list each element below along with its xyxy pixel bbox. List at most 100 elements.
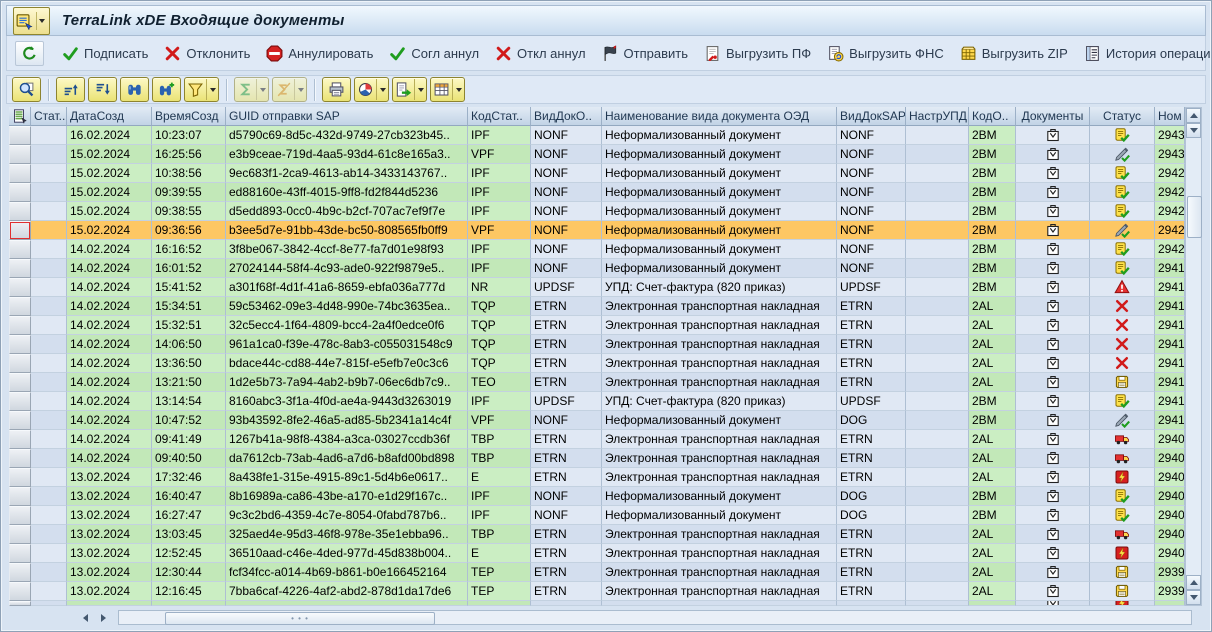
cell-number[interactable]: 2940 [1155, 468, 1185, 487]
cell-time[interactable]: 17:32:46 [152, 468, 226, 487]
export-fns-button[interactable]: Выгрузить ФНС [819, 42, 952, 65]
layout-button-dropdown[interactable] [452, 79, 464, 100]
cell-code_status[interactable]: TEO [468, 373, 531, 392]
cell-guid[interactable]: da7612cb-73ab-4ad6-a7d6-b8afd00bd898 [226, 449, 468, 468]
cell-status_text[interactable] [31, 601, 67, 606]
cell-number[interactable]: 2941 [1155, 316, 1185, 335]
column-header[interactable]: Статус [1090, 107, 1155, 126]
services-menu-caret[interactable] [36, 12, 47, 30]
status-cell[interactable] [1090, 278, 1155, 297]
cell-doc_kind[interactable]: NONF [531, 183, 602, 202]
cell-time[interactable]: 10:38:56 [152, 164, 226, 183]
cell-time[interactable]: 14:06:50 [152, 335, 226, 354]
cell-doc_kind[interactable]: NONF [531, 145, 602, 164]
print-button[interactable] [322, 77, 351, 102]
documents-cell[interactable] [1016, 164, 1090, 183]
cell-code_status[interactable]: IPF [468, 259, 531, 278]
cell-kind_sap[interactable]: NONF [837, 240, 906, 259]
cell-time[interactable]: 15:32:51 [152, 316, 226, 335]
cell-status_text[interactable] [31, 468, 67, 487]
cell-nastr_upd[interactable] [906, 202, 969, 221]
cell-guid[interactable]: e3b9ceae-719d-4aa5-93d4-61c8e165a3.. [226, 145, 468, 164]
documents-cell[interactable] [1016, 411, 1090, 430]
documents-cell[interactable] [1016, 202, 1090, 221]
cell-nastr_upd[interactable] [906, 297, 969, 316]
cell-date[interactable]: 14.02.2024 [67, 316, 152, 335]
cell-code_status[interactable]: IPF [468, 506, 531, 525]
status-cell[interactable] [1090, 506, 1155, 525]
cell-doc_name[interactable]: Электронная транспортная накладная [602, 430, 837, 449]
cell-kind_sap[interactable]: ETRN [837, 601, 906, 606]
cell-date[interactable]: 14.02.2024 [67, 449, 152, 468]
cell-guid[interactable]: 27024144-58f4-4c93-ade0-922f9879e5.. [226, 259, 468, 278]
cell-guid[interactable]: b3ee5d7e-91bb-43de-bc50-808565fb0ff9 [226, 221, 468, 240]
cell-nastr_upd[interactable] [906, 430, 969, 449]
column-header[interactable]: НастрУПД [906, 107, 969, 126]
cell-code_o[interactable]: 2AL [969, 449, 1016, 468]
cell-code_o[interactable]: 2AL [969, 563, 1016, 582]
cell-doc_name[interactable]: Электронная транспортная накладная [602, 582, 837, 601]
cell-code_o[interactable]: 2BM [969, 506, 1016, 525]
send-button[interactable]: Отправить [594, 42, 696, 65]
status-cell[interactable] [1090, 544, 1155, 563]
cell-guid[interactable]: 9ec683f1-2ca9-4613-ab14-3433143767.. [226, 164, 468, 183]
cell-date[interactable]: 15.02.2024 [67, 221, 152, 240]
cell-code_status[interactable]: TEP [468, 563, 531, 582]
cell-nastr_upd[interactable] [906, 221, 969, 240]
cell-date[interactable]: 14.02.2024 [67, 259, 152, 278]
cell-number[interactable]: 2941 [1155, 411, 1185, 430]
cell-time[interactable]: 12:30:44 [152, 563, 226, 582]
reject-button[interactable]: Отклонить [156, 42, 258, 65]
documents-cell[interactable] [1016, 468, 1090, 487]
status-cell[interactable] [1090, 221, 1155, 240]
row-selector[interactable] [9, 202, 31, 221]
status-cell[interactable] [1090, 487, 1155, 506]
select-all-header-cell[interactable] [9, 107, 31, 126]
cell-guid[interactable]: 7bba6caf-4226-4af2-abd2-878d1da17de6 [226, 582, 468, 601]
cell-code_o[interactable]: 2BM [969, 126, 1016, 145]
documents-cell[interactable] [1016, 126, 1090, 145]
refresh-button[interactable] [15, 41, 44, 66]
cell-doc_name[interactable]: Электронная транспортная накладная [602, 563, 837, 582]
cell-code_status[interactable]: IPF [468, 240, 531, 259]
cell-kind_sap[interactable]: NONF [837, 183, 906, 202]
cell-doc_kind[interactable]: NONF [531, 221, 602, 240]
cell-guid[interactable]: 325aed4e-95d3-46f8-978e-35e1ebba96.. [226, 525, 468, 544]
horizontal-scrollbar[interactable]: • • • [14, 608, 1192, 627]
cell-status_text[interactable] [31, 221, 67, 240]
documents-cell[interactable] [1016, 240, 1090, 259]
cell-time[interactable]: 09:41:49 [152, 430, 226, 449]
row-selector[interactable] [9, 240, 31, 259]
cell-doc_name[interactable]: Неформализованный документ [602, 240, 837, 259]
cell-guid[interactable]: 59c53462-09e3-4d48-990e-74bc3635ea.. [226, 297, 468, 316]
row-selector[interactable] [9, 601, 31, 606]
cell-status_text[interactable] [31, 202, 67, 221]
cell-number[interactable]: 2939 [1155, 601, 1185, 606]
cell-date[interactable]: 14.02.2024 [67, 278, 152, 297]
cell-time[interactable]: 16:01:52 [152, 259, 226, 278]
cell-kind_sap[interactable]: NONF [837, 126, 906, 145]
cell-code_o[interactable]: 2BM [969, 145, 1016, 164]
documents-cell[interactable] [1016, 544, 1090, 563]
cell-code_o[interactable]: 2BM [969, 392, 1016, 411]
row-selector[interactable] [9, 316, 31, 335]
cell-doc_name[interactable]: Электронная транспортная накладная [602, 449, 837, 468]
cell-date[interactable]: 14.02.2024 [67, 297, 152, 316]
cell-doc_kind[interactable]: ETRN [531, 430, 602, 449]
column-header[interactable]: ВидДокSAP [837, 107, 906, 126]
documents-cell[interactable] [1016, 601, 1090, 606]
cell-doc_kind[interactable]: NONF [531, 506, 602, 525]
cell-kind_sap[interactable]: NONF [837, 202, 906, 221]
cell-code_status[interactable]: TBP [468, 430, 531, 449]
export-zip-button[interactable]: Выгрузить ZIP [952, 42, 1076, 65]
cell-status_text[interactable] [31, 354, 67, 373]
cell-date[interactable]: 16.02.2024 [67, 126, 152, 145]
cell-nastr_upd[interactable] [906, 354, 969, 373]
cell-guid[interactable]: d5790c69-8d5c-432d-9749-27cb323b45.. [226, 126, 468, 145]
row-selector[interactable] [9, 259, 31, 278]
cell-kind_sap[interactable]: ETRN [837, 316, 906, 335]
documents-cell[interactable] [1016, 316, 1090, 335]
cell-kind_sap[interactable]: DOG [837, 411, 906, 430]
cell-doc_kind[interactable]: ETRN [531, 563, 602, 582]
cell-nastr_upd[interactable] [906, 582, 969, 601]
